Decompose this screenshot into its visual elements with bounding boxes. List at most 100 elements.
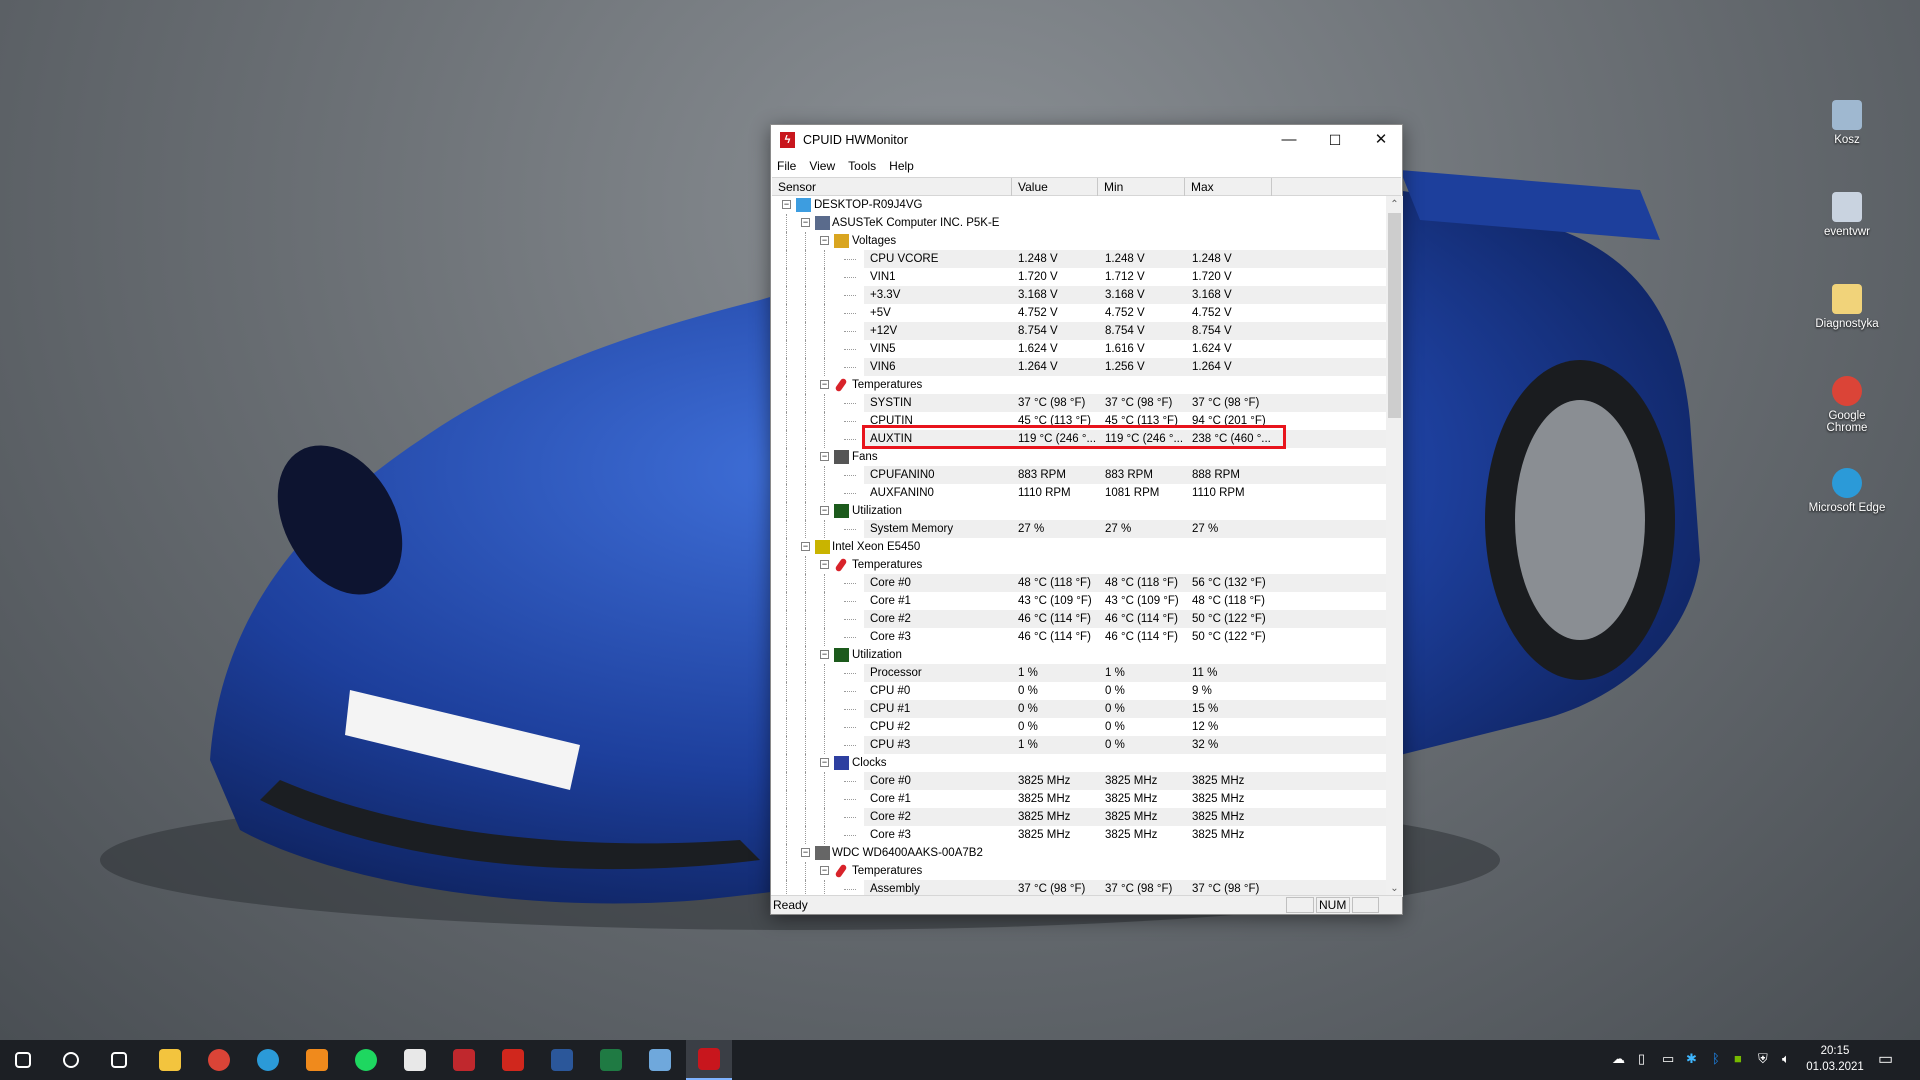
- collapse-toggle[interactable]: −: [820, 650, 829, 659]
- collapse-toggle[interactable]: −: [820, 452, 829, 461]
- volume-icon[interactable]: 🔈︎: [1782, 1051, 1790, 1067]
- tree-guide-line: [786, 484, 787, 502]
- tree-node[interactable]: − Utilization: [772, 502, 1386, 520]
- taskbar-start-button[interactable]: [0, 1040, 46, 1080]
- collapse-toggle[interactable]: −: [820, 866, 829, 875]
- sensor-row[interactable]: +3.3V 3.168 V 3.168 V 3.168 V: [772, 286, 1386, 304]
- menu-view[interactable]: View: [809, 159, 835, 173]
- bluetooth-icon[interactable]: ᛒ: [1712, 1051, 1720, 1066]
- sensor-row[interactable]: System Memory 27 % 27 % 27 %: [772, 520, 1386, 538]
- sensor-row[interactable]: CPU #2 0 % 0 % 12 %: [772, 718, 1386, 736]
- collapse-toggle[interactable]: −: [820, 758, 829, 767]
- collapse-toggle[interactable]: −: [801, 848, 810, 857]
- column-value[interactable]: Value: [1012, 178, 1098, 196]
- scrollbar-thumb[interactable]: [1388, 213, 1401, 418]
- sensor-row[interactable]: Core #1 3825 MHz 3825 MHz 3825 MHz: [772, 790, 1386, 808]
- row-band: [864, 736, 1386, 754]
- tree-node[interactable]: − Utilization: [772, 646, 1386, 664]
- tree-node[interactable]: − Temperatures: [772, 376, 1386, 394]
- menu-help[interactable]: Help: [889, 159, 914, 173]
- node-label: Temperatures: [852, 865, 923, 877]
- column-sensor[interactable]: Sensor: [772, 178, 1012, 196]
- maximize-button[interactable]: ☐: [1312, 125, 1358, 155]
- tree-guide-line: [805, 772, 806, 790]
- sensor-row[interactable]: Processor 1 % 1 % 11 %: [772, 664, 1386, 682]
- sensor-row[interactable]: CPU #3 1 % 0 % 32 %: [772, 736, 1386, 754]
- sensor-row[interactable]: SYSTIN 37 °C (98 °F) 37 °C (98 °F) 37 °C (9…: [772, 394, 1386, 412]
- usb-eject-icon[interactable]: ▯: [1638, 1051, 1645, 1067]
- sensor-row[interactable]: Core #0 48 °C (118 °F) 48 °C (118 °F) 56 °C…: [772, 574, 1386, 592]
- desktop-icon-eventvwr[interactable]: eventvwr: [1807, 192, 1887, 238]
- sensor-row[interactable]: CPU #0 0 % 0 % 9 %: [772, 682, 1386, 700]
- sensor-row[interactable]: +12V 8.754 V 8.754 V 8.754 V: [772, 322, 1386, 340]
- collapse-toggle[interactable]: −: [801, 542, 810, 551]
- desktop-icon-microsoft-edge[interactable]: Microsoft Edge: [1807, 468, 1887, 514]
- taskbar-chrome-button[interactable]: [196, 1040, 242, 1080]
- taskbar-bug-app-button[interactable]: [441, 1040, 487, 1080]
- network-app-icon[interactable]: ✱: [1686, 1051, 1697, 1067]
- sensor-row[interactable]: CPUFANIN0 883 RPM 883 RPM 888 RPM: [772, 466, 1386, 484]
- title-bar[interactable]: ϟ CPUID HWMonitor — ☐ ✕: [771, 125, 1402, 155]
- taskbar-globe-app-button[interactable]: [637, 1040, 683, 1080]
- close-button[interactable]: ✕: [1358, 125, 1404, 155]
- collapse-toggle[interactable]: −: [801, 218, 810, 227]
- column-min[interactable]: Min: [1098, 178, 1185, 196]
- taskbar-fox-app-button[interactable]: [392, 1040, 438, 1080]
- tree-node[interactable]: − Intel Xeon E5450: [772, 538, 1386, 556]
- network-icon[interactable]: ▭: [1662, 1051, 1674, 1067]
- tree-node[interactable]: − Fans: [772, 448, 1386, 466]
- tree-node[interactable]: − WDC WD6400AAKS-00A7B2: [772, 844, 1386, 862]
- taskbar-edge-button[interactable]: [245, 1040, 291, 1080]
- sensor-row[interactable]: VIN1 1.720 V 1.712 V 1.720 V: [772, 268, 1386, 286]
- taskbar-acrobat-button[interactable]: [490, 1040, 536, 1080]
- notifications-icon[interactable]: ▭: [1878, 1049, 1893, 1069]
- tree-node[interactable]: − Voltages: [772, 232, 1386, 250]
- taskbar-hwmonitor-button[interactable]: [686, 1040, 732, 1080]
- tree-node[interactable]: − ASUSTeK Computer INC. P5K-E: [772, 214, 1386, 232]
- scroll-up-arrow[interactable]: ⌃: [1386, 196, 1403, 213]
- desktop-icon-diagnostyka[interactable]: Diagnostyka: [1807, 284, 1887, 330]
- taskbar-word-button[interactable]: [539, 1040, 585, 1080]
- sensor-row[interactable]: CPU VCORE 1.248 V 1.248 V 1.248 V: [772, 250, 1386, 268]
- sensor-row[interactable]: VIN6 1.264 V 1.256 V 1.264 V: [772, 358, 1386, 376]
- taskbar-task-view-button[interactable]: [96, 1040, 142, 1080]
- recycle-bin-icon: [1832, 100, 1862, 130]
- collapse-toggle[interactable]: −: [820, 506, 829, 515]
- sensor-row[interactable]: Core #0 3825 MHz 3825 MHz 3825 MHz: [772, 772, 1386, 790]
- sensor-row[interactable]: VIN5 1.624 V 1.616 V 1.624 V: [772, 340, 1386, 358]
- clock[interactable]: 20:15 01.03.2021: [1800, 1043, 1870, 1075]
- tree-node[interactable]: − Temperatures: [772, 556, 1386, 574]
- taskbar-file-explorer-button[interactable]: [147, 1040, 193, 1080]
- desktop-icon-google-chrome[interactable]: Google Chrome: [1807, 376, 1887, 434]
- tree-node[interactable]: − Clocks: [772, 754, 1386, 772]
- column-max[interactable]: Max: [1185, 178, 1272, 196]
- sensor-row[interactable]: Core #3 3825 MHz 3825 MHz 3825 MHz: [772, 826, 1386, 844]
- menu-tools[interactable]: Tools: [848, 159, 876, 173]
- tree-node[interactable]: − Temperatures: [772, 862, 1386, 880]
- sensor-row[interactable]: Core #3 46 °C (114 °F) 46 °C (114 °F) 50 °C…: [772, 628, 1386, 646]
- minimize-button[interactable]: —: [1266, 125, 1312, 155]
- menu-file[interactable]: File: [777, 159, 796, 173]
- sensor-row[interactable]: +5V 4.752 V 4.752 V 4.752 V: [772, 304, 1386, 322]
- sensor-row[interactable]: Core #2 3825 MHz 3825 MHz 3825 MHz: [772, 808, 1386, 826]
- collapse-toggle[interactable]: −: [782, 200, 791, 209]
- sensor-row[interactable]: Core #2 46 °C (114 °F) 46 °C (114 °F) 50 °C…: [772, 610, 1386, 628]
- sensor-row[interactable]: Core #1 43 °C (109 °F) 43 °C (109 °F) 48 °C…: [772, 592, 1386, 610]
- taskbar-spotify-button[interactable]: [343, 1040, 389, 1080]
- taskbar-excel-button[interactable]: [588, 1040, 634, 1080]
- sensor-row[interactable]: AUXFANIN0 1110 RPM 1081 RPM 1110 RPM: [772, 484, 1386, 502]
- taskbar-vlc-button[interactable]: [294, 1040, 340, 1080]
- vertical-scrollbar[interactable]: ⌃ ⌄: [1386, 196, 1403, 897]
- taskbar-search-button[interactable]: [48, 1040, 94, 1080]
- tree-guide-line: [786, 376, 787, 394]
- security-icon[interactable]: ⛨: [1758, 1051, 1768, 1067]
- collapse-toggle[interactable]: −: [820, 560, 829, 569]
- sensor-value: 8.754 V: [1018, 325, 1058, 337]
- onedrive-icon[interactable]: ☁: [1612, 1051, 1625, 1067]
- collapse-toggle[interactable]: −: [820, 380, 829, 389]
- nvidia-icon[interactable]: ■: [1734, 1051, 1742, 1066]
- desktop-icon-kosz[interactable]: Kosz: [1807, 100, 1887, 146]
- tree-node[interactable]: − DESKTOP-R09J4VG: [772, 196, 1386, 214]
- sensor-row[interactable]: CPU #1 0 % 0 % 15 %: [772, 700, 1386, 718]
- collapse-toggle[interactable]: −: [820, 236, 829, 245]
